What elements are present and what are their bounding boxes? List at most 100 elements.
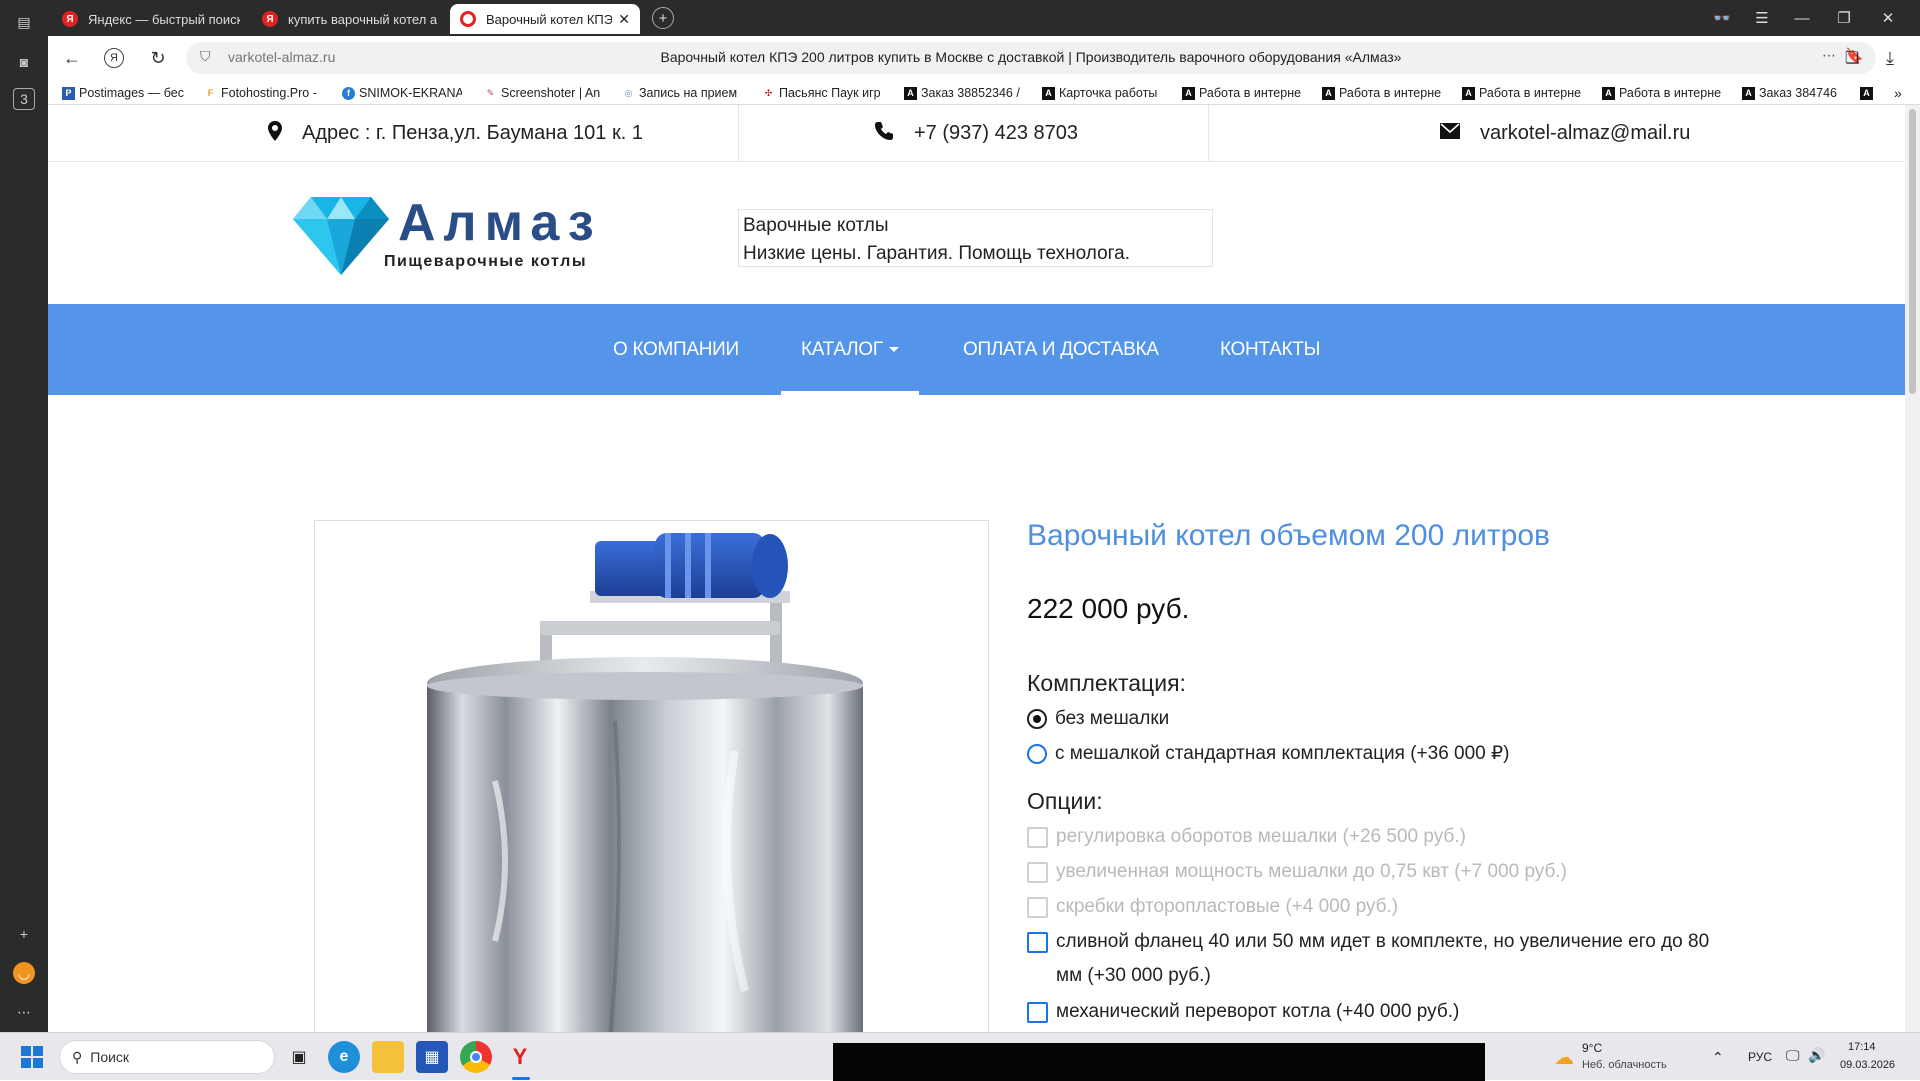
bookmark-item[interactable]: A	[1860, 84, 1876, 102]
page-title: Варочный котел КПЭ 200 литров купить в М…	[660, 49, 1402, 65]
chrome-icon[interactable]	[460, 1041, 492, 1073]
kit-option-with-mixer[interactable]: с мешалкой стандартная комплектация (+36…	[1027, 737, 1509, 771]
email-info[interactable]: varkotel-almaz@mail.ru	[1440, 105, 1690, 162]
network-icon[interactable]: 🖵	[1786, 1047, 1800, 1064]
bookmark-label: Запись на прием	[639, 86, 738, 100]
bookmark-item[interactable]: F Fotohosting.Pro -	[204, 84, 324, 102]
checkbox-disabled[interactable]	[1027, 897, 1048, 918]
tab-active[interactable]: Варочный котел КПЭ 2 ✕	[450, 4, 640, 34]
option-drain-flange[interactable]: сливной фланец 40 или 50 мм идет в компл…	[1027, 925, 1727, 993]
address-bar[interactable]: ⛉ varkotel-almaz.ru Варочный котел КПЭ 2…	[186, 42, 1876, 74]
order-site-icon: A	[1182, 86, 1195, 100]
bookmark-label: Работа в интерне	[1339, 86, 1442, 100]
logo-title[interactable]: Алмаз	[398, 193, 602, 253]
bookmark-item[interactable]: A Заказ 38852346 /	[904, 84, 1034, 102]
windows-start-icon[interactable]	[16, 1041, 48, 1073]
bookmark-label: Карточка работы	[1059, 86, 1158, 100]
menu-item-contacts[interactable]: КОНТАКТЫ	[1220, 304, 1320, 395]
phone-info[interactable]: +7 (937) 423 8703	[874, 105, 1078, 162]
tagline-box: Варочные котлы Низкие цены. Гарантия. По…	[738, 209, 1213, 267]
menu-icon[interactable]: ☰	[1748, 6, 1776, 30]
bookmark-item[interactable]: A Работа в интерне	[1322, 84, 1446, 102]
tab-group-badge[interactable]: 3	[13, 88, 35, 110]
clock-date[interactable]: 09.03.2026	[1840, 1059, 1895, 1071]
edge-icon[interactable]: e	[328, 1041, 360, 1073]
tagline-line: Варочные котлы	[743, 215, 889, 236]
weather-icon[interactable]: ☁	[1548, 1041, 1580, 1073]
checkbox[interactable]	[1027, 1002, 1048, 1023]
option-scrapers[interactable]: скребки фторопластовые (+4 000 руб.)	[1027, 890, 1398, 924]
diamond-logo-icon[interactable]	[293, 195, 389, 280]
bookmark-item[interactable]: A Работа в интерне	[1462, 84, 1586, 102]
address-bar-row: ← Я ↻ ⛉ varkotel-almaz.ru Варочный котел…	[48, 36, 1920, 80]
page-scrollbar[interactable]	[1905, 105, 1920, 1032]
taskbar-search[interactable]: ⚲ Поиск	[59, 1040, 275, 1074]
yandex-home-icon[interactable]: Я	[104, 48, 124, 68]
tab-search-results[interactable]: Я купить варочный котел а	[252, 4, 450, 34]
menu-item-about[interactable]: О КОМПАНИИ	[613, 304, 739, 395]
product-title: Варочный котел объемом 200 литров	[1027, 519, 1550, 552]
bookmark-item[interactable]: A Работа в интерне	[1602, 84, 1726, 102]
minimize-icon[interactable]: —	[1788, 6, 1816, 30]
checkbox-disabled[interactable]	[1027, 827, 1048, 848]
menu-item-catalog[interactable]: КАТАЛОГ	[781, 304, 919, 395]
chevron-up-icon[interactable]: ⌃	[1712, 1049, 1724, 1066]
close-tab-icon[interactable]: ✕	[618, 11, 630, 28]
bookmark-item[interactable]: P Postimages — бес	[62, 84, 194, 102]
menu-label: О КОМПАНИИ	[613, 338, 739, 360]
bookmark-label: Заказ 384746	[1759, 86, 1837, 100]
back-icon[interactable]: ←	[58, 44, 86, 72]
phone-text: +7 (937) 423 8703	[914, 122, 1079, 144]
bookmark-item[interactable]: ◎ Запись на прием	[622, 84, 746, 102]
tab-title: купить варочный котел а	[288, 11, 438, 27]
order-site-icon: A	[904, 86, 917, 100]
bookmark-item[interactable]: A Работа в интерне	[1182, 84, 1306, 102]
restore-icon[interactable]: ❐	[1830, 6, 1858, 30]
task-view-icon[interactable]: ▣	[283, 1041, 315, 1073]
browser-side-panel: ▤ ◙ 3 + ◡ ⋯	[0, 0, 48, 1032]
bookmark-item[interactable]: f SNIMOK-EKRANA	[342, 84, 462, 102]
page-viewport: Адрес : г. Пенза,ул. Баумана 101 к. 1 +7…	[48, 105, 1905, 1032]
menu-item-payment-delivery[interactable]: ОПЛАТА И ДОСТАВКА	[963, 304, 1159, 395]
radio-unselected[interactable]	[1027, 744, 1047, 764]
downloads-icon[interactable]: ⤓	[1876, 44, 1904, 72]
option-label: без мешалки	[1055, 708, 1170, 729]
product-image[interactable]	[314, 520, 989, 1032]
add-panel-icon[interactable]: +	[12, 922, 36, 946]
bookmark-label: Fotohosting.Pro -	[221, 86, 317, 100]
checkbox-disabled[interactable]	[1027, 862, 1048, 883]
bookmark-item[interactable]: A Заказ 384746	[1742, 84, 1850, 102]
scrollbar-thumb[interactable]	[1909, 109, 1916, 394]
file-explorer-icon[interactable]	[372, 1041, 404, 1073]
search-placeholder: Поиск	[90, 1049, 130, 1065]
menu-label: КОНТАКТЫ	[1220, 338, 1321, 360]
more-bookmarks-icon[interactable]: »	[1894, 84, 1910, 102]
collections-icon[interactable]: ❏	[1838, 44, 1866, 72]
option-mixer-power[interactable]: увеличенная мощность мешалки до 0,75 квт…	[1027, 855, 1567, 889]
option-speed-control[interactable]: регулировка оборотов мешалки (+26 500 ру…	[1027, 820, 1466, 854]
tabs-panel-icon[interactable]: ▤	[12, 10, 36, 34]
tab-yandex-search[interactable]: Я Яндекс — быстрый поиск	[52, 4, 250, 34]
screenshoter-icon: ✎	[486, 87, 495, 98]
language-indicator[interactable]: РУС	[1748, 1050, 1772, 1064]
reload-icon[interactable]: ↻	[144, 44, 172, 72]
bookmark-item[interactable]: ✣ Пасьянс Паук игр	[762, 84, 890, 102]
option-tilting[interactable]: механический переворот котла (+40 000 ру…	[1027, 995, 1459, 1029]
screenshot-icon[interactable]: ◙	[12, 50, 36, 74]
more-options-icon[interactable]: ⋯	[1822, 47, 1836, 64]
new-tab-icon[interactable]: +	[652, 7, 674, 29]
bookmark-item[interactable]: ✎ Screenshoter | An	[484, 84, 606, 102]
clock-time[interactable]: 17:14	[1848, 1041, 1876, 1053]
more-icon[interactable]: ⋯	[12, 1000, 36, 1024]
bookmark-item[interactable]: A Карточка работы	[1042, 84, 1172, 102]
solitaire-icon: ✣	[764, 87, 773, 98]
kit-option-no-mixer[interactable]: без мешалки	[1027, 702, 1169, 736]
yandex-browser-icon[interactable]: Y	[504, 1041, 536, 1073]
close-window-icon[interactable]: ✕	[1874, 6, 1902, 30]
store-icon[interactable]: ▦	[416, 1041, 448, 1073]
volume-icon[interactable]: 🔊	[1808, 1047, 1825, 1064]
checkbox[interactable]	[1027, 932, 1048, 953]
radio-selected[interactable]	[1027, 709, 1047, 729]
alice-icon[interactable]: ◡	[13, 962, 35, 984]
reader-mode-icon[interactable]: 👓	[1708, 6, 1736, 30]
